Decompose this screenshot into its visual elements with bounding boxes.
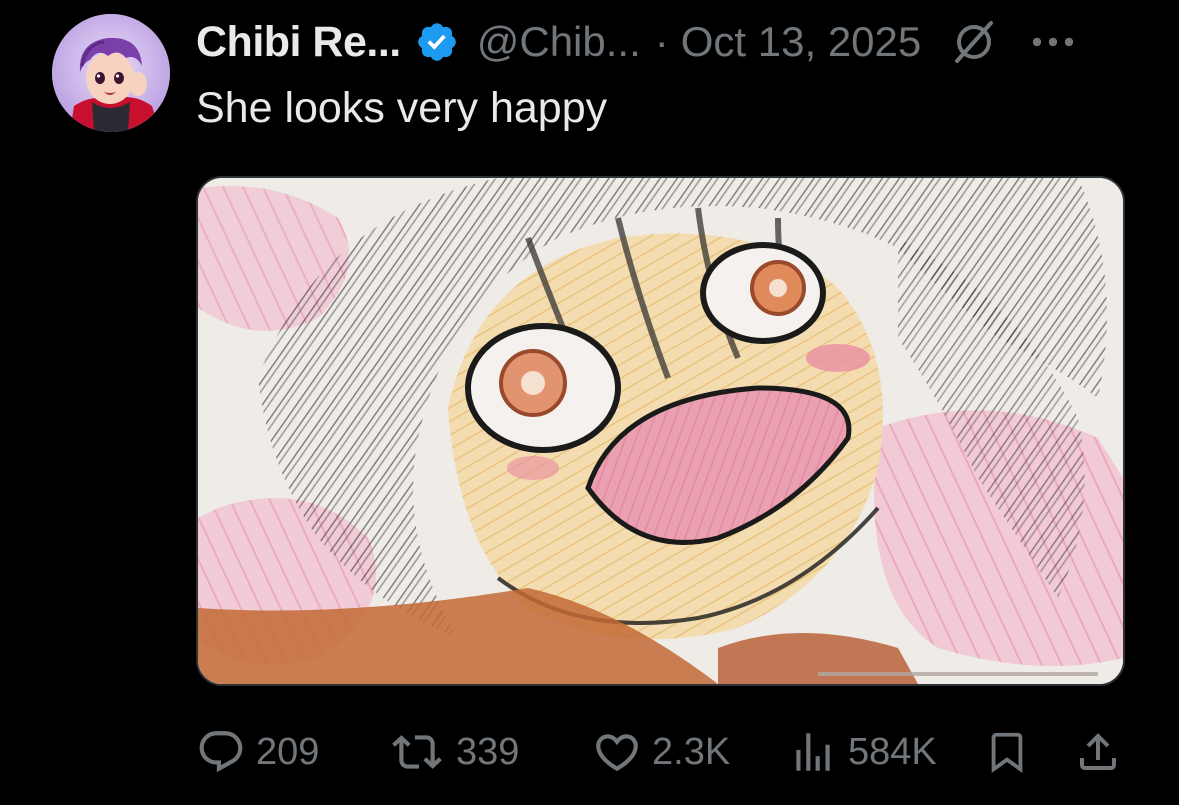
repost-button[interactable]: 339 [388, 722, 519, 782]
tweet-header: Chibi Re... @Chib... · Oct 13, 2025 [196, 14, 1075, 70]
verified-badge-icon[interactable] [415, 20, 459, 64]
views-icon [796, 733, 830, 771]
bookmark-button[interactable] [984, 722, 1030, 782]
avatar-cartoon-icon [52, 14, 170, 132]
avatar[interactable] [52, 14, 170, 132]
like-count: 2.3K [652, 730, 731, 773]
user-handle[interactable]: @Chib... [477, 18, 641, 66]
anime-sketch-image [198, 178, 1123, 684]
like-button[interactable]: 2.3K [592, 722, 730, 782]
share-icon [1080, 733, 1116, 770]
separator-dot: · [654, 18, 669, 65]
reply-count: 209 [256, 730, 320, 773]
tweet-media-image[interactable] [196, 176, 1125, 686]
views-count: 584K [848, 730, 937, 773]
like-icon [596, 734, 638, 772]
share-button[interactable] [1074, 722, 1122, 782]
display-name[interactable]: Chibi Re... [196, 18, 401, 67]
post-date[interactable]: Oct 13, 2025 [681, 18, 922, 66]
tweet-text: She looks very happy [196, 84, 608, 132]
grok-icon[interactable] [951, 19, 997, 65]
more-dots-icon[interactable] [1031, 32, 1075, 52]
bookmark-icon [991, 732, 1023, 773]
repost-icon [392, 735, 442, 769]
repost-count: 339 [456, 730, 520, 773]
reply-icon [199, 731, 243, 773]
views-button[interactable]: 584K [788, 722, 937, 782]
reply-button[interactable]: 209 [196, 722, 319, 782]
action-bar: 209 339 2.3K 584K [196, 722, 1125, 782]
